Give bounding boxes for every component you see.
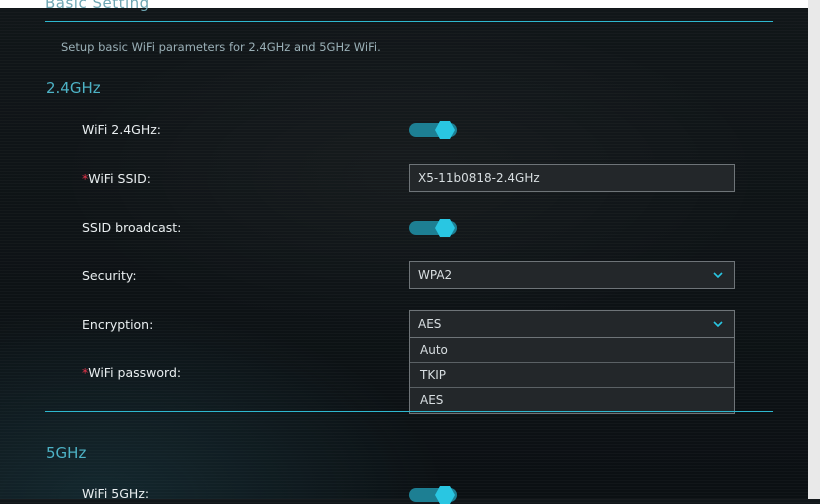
section-description: Setup basic WiFi parameters for 2.4GHz a… xyxy=(61,40,381,54)
security-select-value: WPA2 xyxy=(418,268,453,282)
wifi-24-toggle[interactable] xyxy=(409,121,457,139)
wifi-password-label: *WiFi password: xyxy=(82,365,181,380)
toggle-knob xyxy=(435,486,455,504)
band-heading-5ghz: 5GHz xyxy=(46,444,87,462)
ssid-input[interactable]: X5-11b0818-2.4GHz xyxy=(409,164,735,192)
encryption-select[interactable]: AES xyxy=(409,310,735,338)
chevron-down-icon xyxy=(713,321,723,328)
chevron-down-icon xyxy=(713,272,723,279)
security-select[interactable]: WPA2 xyxy=(409,261,735,289)
ssid-broadcast-toggle[interactable] xyxy=(409,219,457,237)
encryption-label: Encryption: xyxy=(82,317,154,332)
ssid-broadcast-label: SSID broadcast: xyxy=(82,220,182,235)
encryption-option-auto[interactable]: Auto xyxy=(410,338,734,363)
band-divider xyxy=(45,411,773,412)
encryption-option-tkip[interactable]: TKIP xyxy=(410,363,734,388)
wifi-24-label: WiFi 2.4GHz: xyxy=(82,122,162,137)
encryption-option-aes[interactable]: AES xyxy=(410,388,734,413)
band-heading-2-4ghz: 2.4GHz xyxy=(46,79,101,97)
security-label: Security: xyxy=(82,268,137,283)
section-divider xyxy=(45,21,773,22)
ssid-label: *WiFi SSID: xyxy=(82,171,151,186)
encryption-dropdown-menu: Auto TKIP AES xyxy=(409,337,735,414)
wifi-5-toggle[interactable] xyxy=(409,486,457,504)
ssid-label-text: WiFi SSID: xyxy=(88,171,151,186)
toggle-knob xyxy=(435,219,455,237)
scrollbar-track[interactable] xyxy=(808,0,820,499)
encryption-select-value: AES xyxy=(418,317,442,331)
toggle-knob xyxy=(435,121,455,139)
section-title: Basic Setting xyxy=(45,0,150,12)
wifi-password-label-text: WiFi password: xyxy=(88,365,182,380)
